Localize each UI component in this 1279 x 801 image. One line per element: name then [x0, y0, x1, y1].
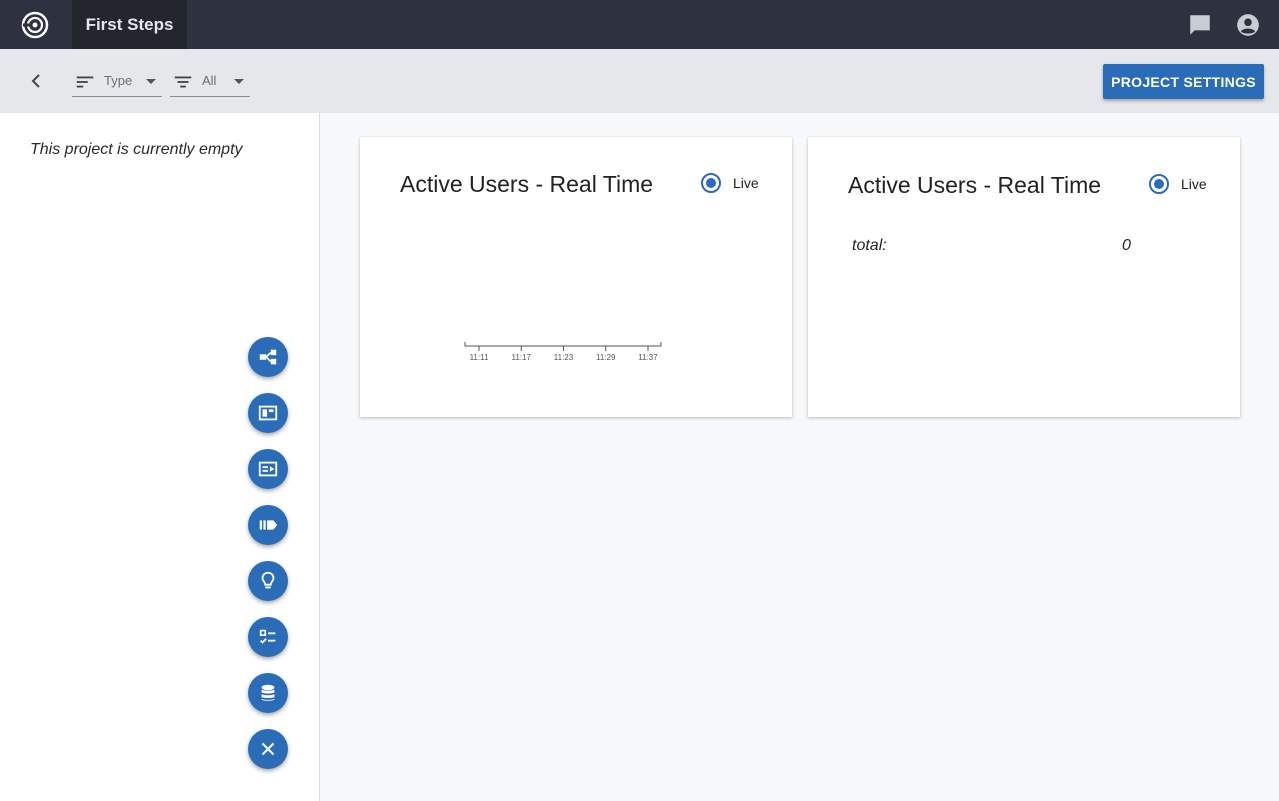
- back-icon[interactable]: [24, 69, 48, 93]
- project-tab[interactable]: First Steps: [72, 0, 187, 49]
- flow-icon: [259, 349, 277, 365]
- filter-label: All: [202, 73, 217, 88]
- add-pipeline-button[interactable]: [248, 505, 288, 545]
- total-value: 0: [1122, 237, 1131, 254]
- close-icon: [261, 742, 275, 756]
- filter-icon: [174, 76, 192, 88]
- lightbulb-icon: [261, 571, 275, 589]
- add-dataset-button[interactable]: [248, 673, 288, 713]
- toolbar: Type All PROJECT SETTINGS: [0, 49, 1279, 113]
- total-label: total:: [852, 237, 887, 254]
- sort-icon: [76, 76, 94, 88]
- checklist-icon: [259, 629, 276, 644]
- presentation-icon: [258, 461, 278, 477]
- add-checklist-button[interactable]: [248, 617, 288, 657]
- active-users-chart-card[interactable]: Active Users - Real Time Live 11:11 11:17…: [360, 137, 792, 417]
- sort-label: Type: [104, 73, 133, 88]
- x-tick-label: 11:11: [470, 353, 489, 362]
- add-presentation-button[interactable]: [248, 449, 288, 489]
- add-flow-button[interactable]: [248, 337, 288, 377]
- x-tick-label: 11:29: [596, 353, 616, 362]
- realtime-chart: 11:11 11:17 11:23 11:29 11:37: [464, 342, 662, 362]
- logo-icon[interactable]: [20, 10, 50, 40]
- active-users-total-card[interactable]: Active Users - Real Time Live total: 0: [808, 137, 1240, 417]
- filter-dropdown[interactable]: All: [170, 67, 250, 97]
- x-tick-label: 11:17: [512, 353, 532, 362]
- add-insight-button[interactable]: [248, 561, 288, 601]
- radio-checked-icon[interactable]: [1149, 174, 1169, 194]
- x-tick-label: 11:37: [638, 353, 658, 362]
- pipeline-icon: [259, 520, 278, 530]
- x-axis: [464, 342, 662, 347]
- empty-project-message: This project is currently empty: [30, 141, 243, 158]
- sort-dropdown[interactable]: Type: [72, 67, 162, 97]
- close-menu-button[interactable]: [248, 729, 288, 769]
- project-settings-button[interactable]: PROJECT SETTINGS: [1103, 64, 1264, 99]
- add-dashboard-button[interactable]: [248, 393, 288, 433]
- chevron-down-icon: [234, 79, 244, 84]
- account-icon[interactable]: [1235, 12, 1261, 38]
- chat-icon[interactable]: [1187, 12, 1213, 38]
- top-bar: First Steps: [0, 0, 1279, 49]
- database-icon: [261, 684, 275, 701]
- sidebar: This project is currently empty: [0, 113, 320, 801]
- dashboard-icon: [258, 405, 278, 421]
- chevron-down-icon: [146, 79, 156, 84]
- card-title: Active Users - Real Time: [848, 172, 1102, 198]
- live-label: Live: [1181, 176, 1207, 192]
- x-tick-label: 11:23: [554, 353, 574, 362]
